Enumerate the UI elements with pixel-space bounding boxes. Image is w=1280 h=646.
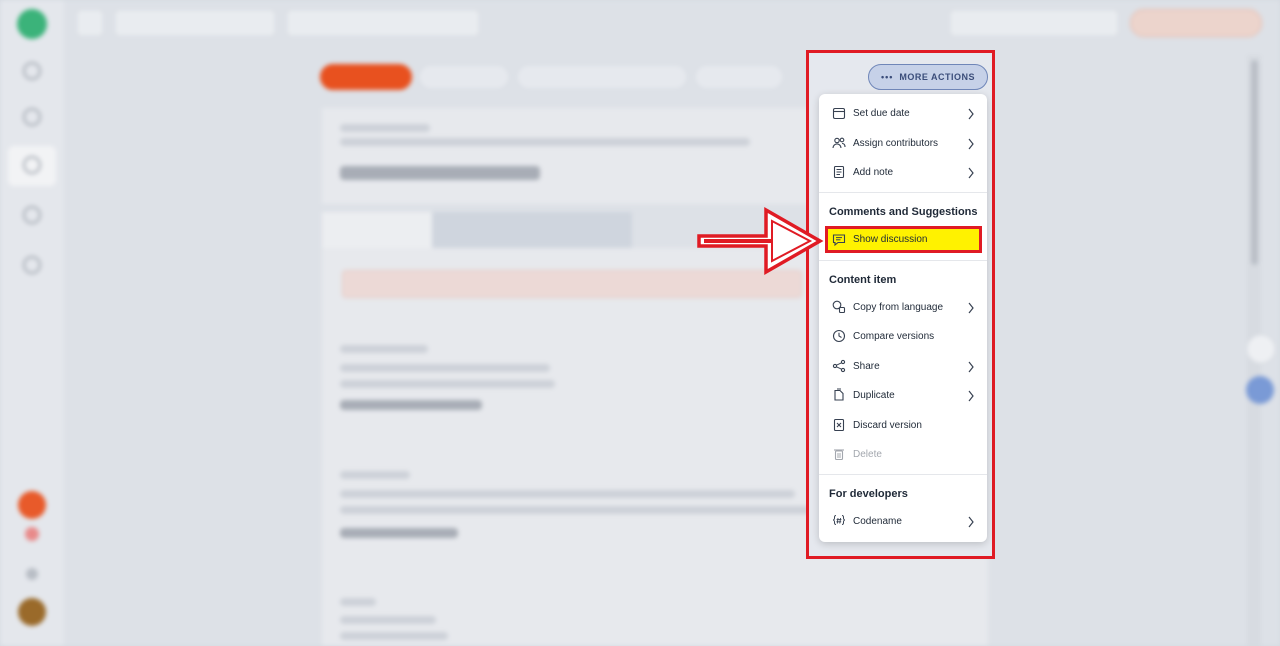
scrollbar-thumb[interactable] — [1251, 60, 1258, 265]
chevron-right-icon — [967, 515, 975, 528]
primary-action-button[interactable] — [1130, 9, 1262, 37]
toolbar-button-1[interactable] — [418, 64, 510, 90]
side-tool-button[interactable] — [1246, 334, 1276, 364]
discard-icon — [832, 418, 846, 432]
field-label — [340, 598, 376, 606]
toolbar-button-2[interactable] — [516, 64, 688, 90]
avatar[interactable] — [18, 598, 46, 626]
clock-icon — [832, 329, 846, 343]
section-heading-developers: For developers — [829, 488, 908, 500]
rocket-icon[interactable] — [25, 527, 39, 541]
sidebar-item-4[interactable] — [8, 196, 56, 236]
duplicate-icon — [832, 388, 846, 402]
field-hint — [340, 506, 815, 514]
discussion-icon — [832, 233, 846, 247]
sidebar-item-1[interactable] — [8, 52, 56, 92]
back-button[interactable] — [76, 9, 104, 37]
field-value — [340, 400, 482, 410]
note-icon — [832, 165, 846, 179]
more-actions-button[interactable]: ••• MORE ACTIONS — [868, 64, 988, 90]
menu-item-assign-contributors[interactable]: Assign contributors — [819, 130, 987, 156]
field-hint — [340, 490, 795, 498]
menu-item-duplicate[interactable]: Duplicate — [819, 382, 987, 408]
menu-item-share[interactable]: Share — [819, 353, 987, 379]
share-icon — [832, 359, 846, 373]
section-heading-comments: Comments and Suggestions — [829, 206, 978, 218]
calendar-icon — [832, 106, 846, 120]
chevron-right-icon — [967, 389, 975, 402]
side-tool-button-active[interactable] — [1246, 376, 1274, 404]
pointer-arrow-icon — [697, 206, 824, 276]
help-icon[interactable] — [26, 568, 38, 580]
app-logo — [17, 9, 47, 39]
menu-divider — [819, 260, 987, 261]
menu-item-add-note[interactable]: Add note — [819, 159, 987, 185]
menu-item-set-due-date[interactable]: Set due date — [819, 100, 987, 126]
menu-item-copy-from-language[interactable]: Copy from language — [819, 294, 987, 320]
project-selector[interactable] — [114, 9, 276, 37]
chevron-right-icon — [967, 107, 975, 120]
menu-item-codename[interactable]: Codename — [819, 508, 987, 534]
menu-item-show-discussion[interactable]: Show discussion — [825, 226, 982, 253]
chevron-right-icon — [967, 301, 975, 314]
chevron-right-icon — [967, 166, 975, 179]
toolbar-button-3[interactable] — [694, 64, 784, 90]
users-icon — [832, 136, 846, 150]
sidebar-item-3[interactable] — [8, 146, 56, 186]
field-hint — [340, 616, 436, 624]
sidebar-item-2[interactable] — [8, 98, 56, 138]
trash-icon — [832, 447, 846, 461]
menu-divider — [819, 192, 987, 193]
field-hint — [340, 364, 550, 372]
menu-item-discard-version[interactable]: Discard version — [819, 412, 987, 438]
menu-item-compare-versions[interactable]: Compare versions — [819, 323, 987, 349]
field-label — [340, 345, 428, 353]
sidebar-item-5[interactable] — [8, 246, 56, 286]
breadcrumb[interactable] — [286, 9, 480, 37]
more-actions-menu: Set due date Assign contributors Add not… — [819, 94, 987, 542]
more-dots-icon: ••• — [880, 72, 894, 82]
field-label — [340, 471, 410, 479]
chevron-right-icon — [967, 360, 975, 373]
search-input[interactable] — [949, 9, 1119, 37]
tab-active[interactable] — [322, 212, 432, 248]
more-actions-label: MORE ACTIONS — [899, 72, 976, 82]
avatar-badge[interactable] — [18, 491, 46, 519]
chevron-right-icon — [967, 137, 975, 150]
section-heading-content-item: Content item — [829, 274, 897, 286]
menu-item-delete[interactable]: Delete — [819, 441, 987, 467]
blurred-app-background — [0, 0, 1280, 646]
field-hint — [340, 632, 448, 640]
menu-divider — [819, 474, 987, 475]
field-value — [340, 528, 458, 538]
sidebar — [0, 0, 64, 646]
hash-braces-icon — [832, 514, 846, 528]
language-icon — [832, 300, 846, 314]
field-hint — [340, 380, 555, 388]
publish-button[interactable] — [320, 64, 412, 90]
